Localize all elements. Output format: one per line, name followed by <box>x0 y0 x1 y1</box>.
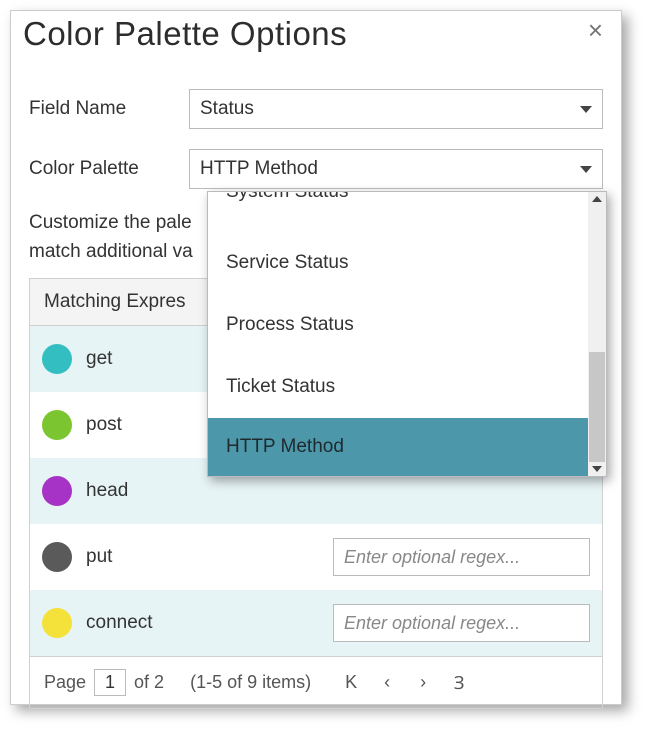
color-palette-dropdown[interactable]: System StatusService StatusProcess Statu… <box>207 191 607 477</box>
dropdown-item[interactable]: Process Status <box>208 294 588 356</box>
dropdown-item[interactable]: System Status <box>208 192 588 232</box>
pager-page-label: Page <box>44 672 86 693</box>
close-icon[interactable]: × <box>588 17 603 43</box>
dropdown-item[interactable]: Ticket Status <box>208 356 588 418</box>
scroll-down-icon[interactable] <box>592 466 602 472</box>
color-swatch[interactable] <box>42 542 72 572</box>
chevron-down-icon <box>580 166 592 173</box>
color-swatch[interactable] <box>42 344 72 374</box>
dropdown-list: System StatusService StatusProcess Statu… <box>208 192 588 476</box>
field-name-label: Field Name <box>29 98 189 120</box>
pager-page-input[interactable] <box>94 669 126 696</box>
pager-prev-button[interactable]: ‹ <box>373 672 401 693</box>
field-name-select[interactable]: Status <box>189 89 603 129</box>
field-name-row: Field Name Status <box>29 89 603 129</box>
color-palette-row: Color Palette HTTP Method <box>29 149 603 189</box>
pager: Page of 2 (1-5 of 9 items) K ‹ › Ɜ <box>30 656 602 708</box>
dropdown-item[interactable]: HTTP Method <box>208 418 588 476</box>
pager-of-label: of 2 <box>134 672 164 693</box>
color-palette-select[interactable]: HTTP Method <box>189 149 603 189</box>
table-row[interactable]: connect Enter optional regex... <box>30 590 602 656</box>
color-swatch[interactable] <box>42 410 72 440</box>
dropdown-scrollbar[interactable] <box>588 192 606 476</box>
color-palette-label: Color Palette <box>29 158 189 180</box>
dropdown-item[interactable]: Service Status <box>208 232 588 294</box>
dialog-title: Color Palette Options <box>23 15 347 53</box>
color-swatch[interactable] <box>42 608 72 638</box>
row-label: head <box>86 480 266 502</box>
row-label: connect <box>86 612 266 634</box>
color-swatch[interactable] <box>42 476 72 506</box>
row-label: put <box>86 546 266 568</box>
regex-input[interactable]: Enter optional regex... <box>333 538 590 576</box>
scroll-up-icon[interactable] <box>592 196 602 202</box>
pager-first-button[interactable]: K <box>337 672 365 693</box>
pager-last-button[interactable]: Ɜ <box>445 671 473 695</box>
dialog-panel: Color Palette Options × Field Name Statu… <box>10 10 622 705</box>
color-palette-value: HTTP Method <box>200 158 318 180</box>
regex-input[interactable]: Enter optional regex... <box>333 604 590 642</box>
pager-range-label: (1-5 of 9 items) <box>190 672 311 693</box>
scrollbar-thumb[interactable] <box>589 352 605 462</box>
table-row[interactable]: put Enter optional regex... <box>30 524 602 590</box>
pager-next-button[interactable]: › <box>409 672 437 693</box>
title-bar: Color Palette Options × <box>11 11 621 59</box>
form-area: Field Name Status Color Palette HTTP Met… <box>11 59 621 189</box>
chevron-down-icon <box>580 106 592 113</box>
field-name-value: Status <box>200 98 254 120</box>
